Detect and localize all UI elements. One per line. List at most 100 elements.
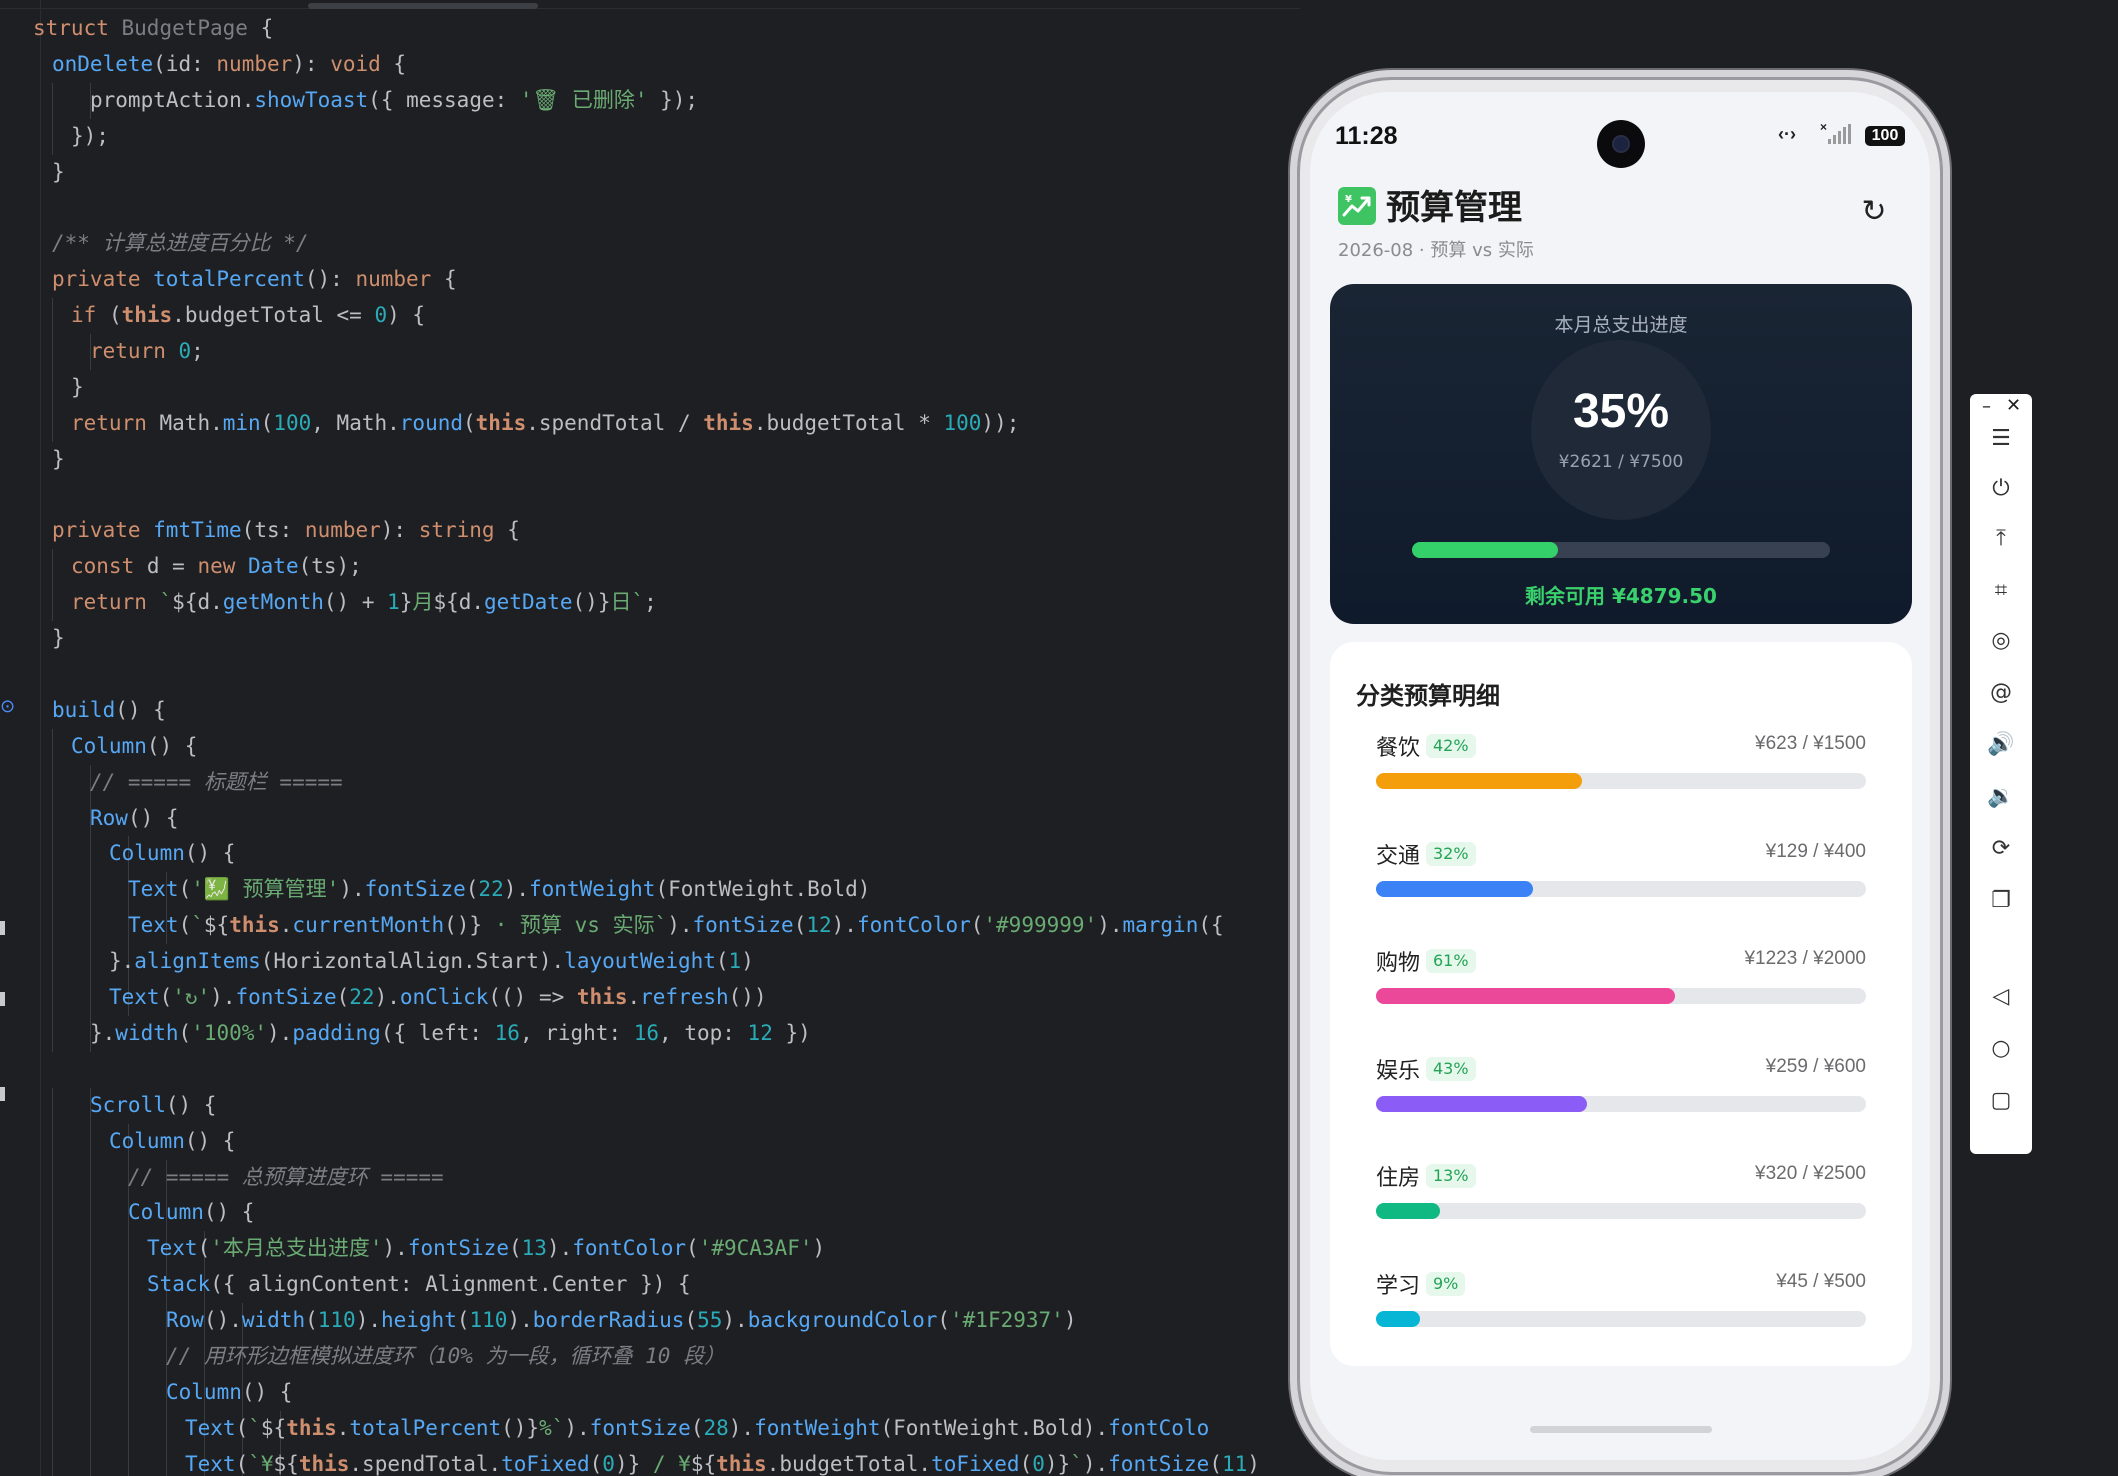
code-text: Column() { bbox=[128, 1195, 254, 1231]
code-token: () { bbox=[127, 805, 179, 830]
code-token: fontSize bbox=[407, 1236, 509, 1261]
code-token: 16 bbox=[633, 1020, 660, 1045]
code-token: ( bbox=[508, 1236, 522, 1261]
indent-guide bbox=[90, 1195, 91, 1232]
code-token: ${ bbox=[273, 1451, 299, 1476]
code-token: } bbox=[52, 446, 65, 471]
indent-guide bbox=[52, 1087, 53, 1124]
rotate-icon[interactable]: ⟳ bbox=[1970, 834, 2032, 864]
minimize-icon[interactable]: – bbox=[1982, 396, 1991, 417]
category-row[interactable]: 餐饮 42% ¥623 / ¥1500 bbox=[1376, 730, 1866, 790]
code-token: ( bbox=[235, 1451, 249, 1476]
code-token: ). bbox=[210, 985, 236, 1010]
back-icon[interactable]: ◁ bbox=[1970, 982, 2032, 1012]
code-token: (HorizontalAlign.Start). bbox=[260, 949, 565, 974]
code-token: }. bbox=[109, 949, 135, 974]
code-token: ${ bbox=[203, 913, 230, 938]
category-row[interactable]: 娱乐 43% ¥259 / ¥600 bbox=[1376, 1053, 1866, 1113]
category-row[interactable]: 交通 32% ¥129 / ¥400 bbox=[1376, 838, 1866, 898]
code-token: void bbox=[330, 51, 381, 76]
code-token: ` bbox=[1070, 1451, 1083, 1476]
code-token: ). bbox=[722, 1308, 748, 1333]
category-row[interactable]: 学习 9% ¥45 / ¥500 bbox=[1376, 1268, 1866, 1328]
code-token: ). bbox=[728, 1415, 755, 1440]
code-token: Column bbox=[109, 841, 185, 866]
code-text: Text(`¥${this.spendTotal.toFixed(0)} / ¥… bbox=[185, 1447, 1260, 1476]
category-amount: ¥259 / ¥600 bbox=[1765, 1055, 1866, 1077]
category-amount: ¥129 / ¥400 bbox=[1765, 840, 1866, 862]
indent-guide bbox=[166, 1410, 167, 1447]
code-token: onClick bbox=[399, 985, 489, 1010]
code-token: ). bbox=[355, 1308, 381, 1333]
signal-bars-icon bbox=[1828, 124, 1852, 144]
code-token: . bbox=[627, 985, 641, 1010]
screens-icon[interactable]: ❐ bbox=[1970, 886, 2032, 916]
indent-guide bbox=[90, 836, 91, 873]
code-token: 12 bbox=[747, 1020, 773, 1045]
code-token: borderRadius bbox=[532, 1308, 685, 1333]
code-token: } bbox=[399, 590, 413, 615]
code-token: return bbox=[90, 339, 179, 364]
code-token: Column bbox=[166, 1379, 242, 1404]
code-token: ; bbox=[191, 339, 204, 364]
code-token: (). bbox=[203, 1308, 242, 1333]
code-token: () { bbox=[115, 697, 166, 722]
code-token: ). bbox=[339, 877, 365, 902]
category-amount: ¥45 / ¥500 bbox=[1776, 1270, 1866, 1292]
indent-guide bbox=[52, 1446, 53, 1476]
indent-guide bbox=[128, 1267, 129, 1304]
code-token: Column bbox=[128, 1200, 204, 1225]
phone-screen[interactable]: 11:28 ‹·› × 100 ¥ 预算管理 2026-08 · 预算 vs 实… bbox=[1310, 92, 1930, 1460]
code-token: }); bbox=[647, 87, 699, 112]
code-token: { bbox=[380, 51, 407, 76]
breakpoint-icon[interactable]: ⊙ bbox=[0, 696, 15, 717]
code-token: )); bbox=[981, 410, 1020, 435]
indent-guide bbox=[52, 1410, 53, 1447]
code-token: 12 bbox=[806, 913, 832, 938]
indent-guide bbox=[90, 1123, 91, 1160]
summary-ratio: ¥2621 / ¥7500 bbox=[1558, 452, 1684, 472]
code-token: 22 bbox=[478, 877, 504, 902]
indent-guide bbox=[52, 549, 53, 586]
menu-icon[interactable]: ☰ bbox=[1970, 424, 2032, 454]
code-token: ) bbox=[1063, 1308, 1077, 1333]
code-text: }); bbox=[71, 119, 109, 155]
target-icon[interactable]: ◎ bbox=[1970, 626, 2032, 656]
code-token: 16 bbox=[494, 1020, 520, 1045]
code-token: '↻' bbox=[172, 985, 211, 1010]
category-row[interactable]: 购物 61% ¥1223 / ¥2000 bbox=[1376, 945, 1866, 1005]
home-icon[interactable]: ○ bbox=[1970, 1034, 2032, 1064]
code-token: : bbox=[279, 518, 305, 543]
recent-icon[interactable]: ▢ bbox=[1970, 1086, 2032, 1116]
pin-top-icon[interactable]: ⤒ bbox=[1970, 524, 2032, 554]
code-token: ( bbox=[108, 303, 122, 328]
code-token: ( bbox=[1019, 1451, 1033, 1476]
home-indicator[interactable] bbox=[1530, 1426, 1712, 1433]
category-name: 交通 bbox=[1376, 843, 1421, 869]
code-editor[interactable]: ⊙ struct BudgetPage {onDelete(id: number… bbox=[0, 0, 1300, 1476]
at-icon[interactable]: @ bbox=[1970, 678, 2032, 708]
code-text: // 用环形边框模拟进度环（10% 为一段，循环叠 10 段） bbox=[166, 1339, 725, 1375]
close-icon[interactable]: ✕ bbox=[2006, 395, 2021, 416]
volume-down-icon[interactable]: 🔉 bbox=[1970, 782, 2032, 812]
category-row[interactable]: 住房 13% ¥320 / ¥2500 bbox=[1376, 1160, 1866, 1220]
code-token: . bbox=[336, 1415, 350, 1440]
svg-text:¥: ¥ bbox=[1345, 194, 1352, 205]
category-percent-badge: 43% bbox=[1426, 1056, 1476, 1081]
crop-icon[interactable]: ⌗ bbox=[1970, 576, 2032, 606]
power-icon[interactable]: ⏻ bbox=[1970, 474, 2032, 504]
code-token: , Math. bbox=[311, 410, 400, 435]
code-token: Stack bbox=[147, 1272, 211, 1297]
code-token: )} bbox=[1044, 1451, 1071, 1476]
category-progress-fill bbox=[1376, 880, 1533, 897]
refresh-icon[interactable]: ↻ bbox=[1856, 194, 1892, 230]
indent-guide bbox=[166, 1446, 167, 1476]
code-token: id bbox=[165, 51, 192, 76]
code-text: } bbox=[52, 155, 65, 191]
camera-lens-icon bbox=[1614, 137, 1628, 151]
volume-up-icon[interactable]: 🔊 bbox=[1970, 730, 2032, 760]
code-token: ( bbox=[178, 1020, 192, 1045]
horizontal-scrollbar[interactable] bbox=[308, 3, 538, 9]
code-token: () { bbox=[203, 1200, 255, 1225]
code-token: margin bbox=[1122, 913, 1199, 938]
